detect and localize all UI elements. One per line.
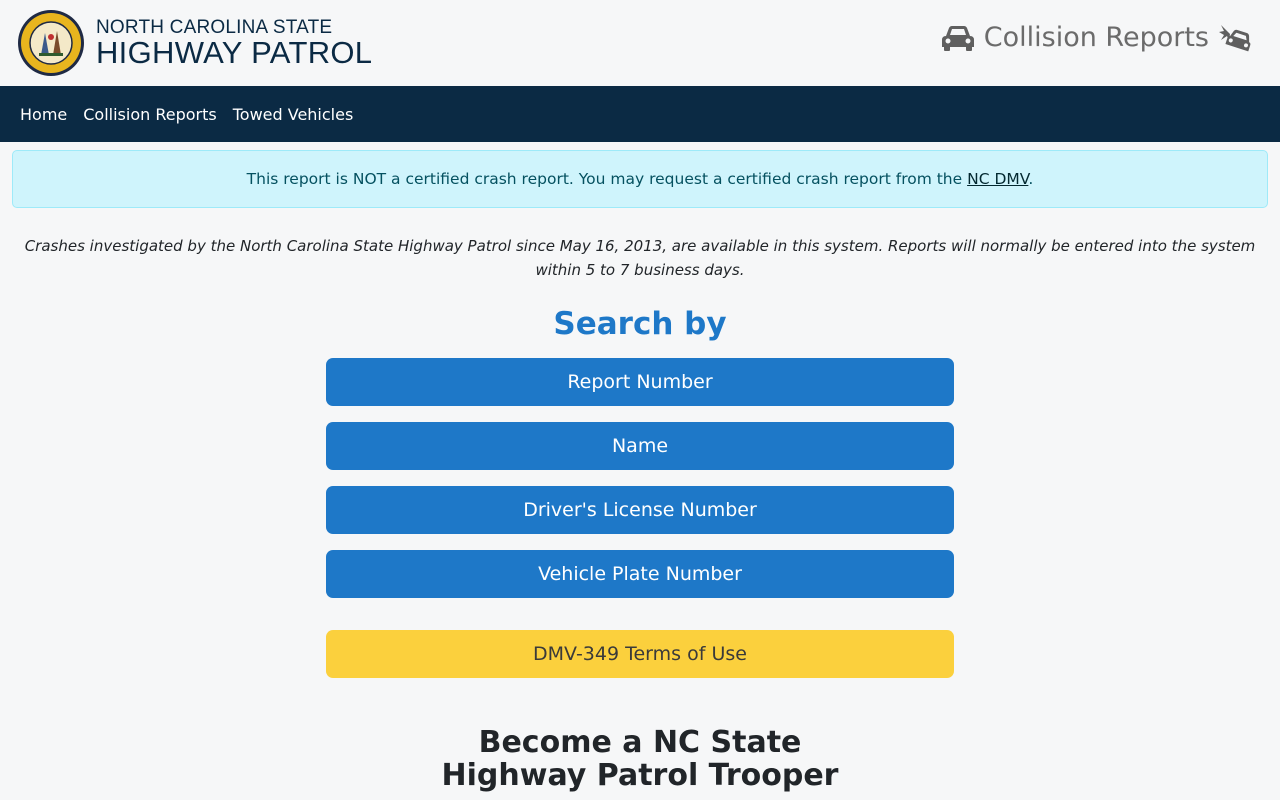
recruit-heading: Become a NC State Highway Patrol Trooper <box>0 726 1280 792</box>
search-vehicle-plate-button[interactable]: Vehicle Plate Number <box>326 550 954 598</box>
app-title: Collision Reports <box>940 22 1251 53</box>
alert-text-end: . <box>1028 170 1034 188</box>
search-report-number-button[interactable]: Report Number <box>326 358 954 406</box>
search-drivers-license-button[interactable]: Driver's License Number <box>326 486 954 534</box>
site-header: NORTH CAROLINA STATE HIGHWAY PATROL Coll… <box>0 0 1280 86</box>
nav-towed-vehicles[interactable]: Towed Vehicles <box>225 105 362 124</box>
car-crash-icon <box>1219 24 1251 51</box>
seal-icon[interactable] <box>17 9 85 77</box>
car-icon <box>941 25 974 51</box>
alert-text: This report is NOT a certified crash rep… <box>246 170 968 188</box>
brand-wordmark[interactable]: NORTH CAROLINA STATE HIGHWAY PATROL <box>96 18 372 68</box>
nav-home[interactable]: Home <box>12 105 75 124</box>
brand-bottom-text: HIGHWAY PATROL <box>96 35 373 70</box>
search-name-button[interactable]: Name <box>326 422 954 470</box>
nav-collision-reports[interactable]: Collision Reports <box>75 105 224 124</box>
terms-of-use-button[interactable]: DMV-349 Terms of Use <box>326 630 954 678</box>
search-heading: Search by <box>553 306 727 342</box>
nc-dmv-link[interactable]: NC DMV <box>967 170 1028 188</box>
main-navbar: Home Collision Reports Towed Vehicles <box>0 86 1280 142</box>
recruit-line-1: Become a NC State <box>478 725 802 760</box>
recruit-line-2: Highway Patrol Trooper <box>441 758 839 793</box>
intro-text: Crashes investigated by the North Caroli… <box>24 237 1256 279</box>
app-title-text: Collision Reports <box>983 22 1209 53</box>
certified-report-alert: This report is NOT a certified crash rep… <box>12 150 1268 208</box>
